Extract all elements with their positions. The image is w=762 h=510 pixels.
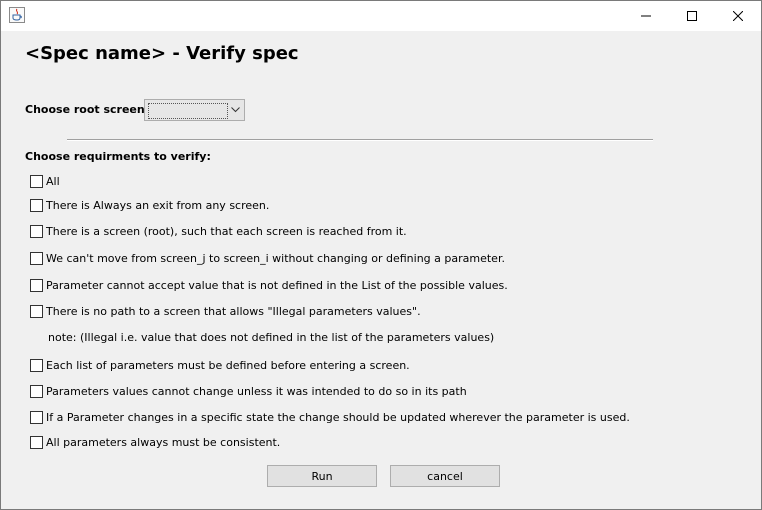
requirement-label: There is Always an exit from any screen. xyxy=(46,198,270,212)
checkbox[interactable] xyxy=(30,384,43,398)
chevron-down-icon[interactable] xyxy=(226,100,244,120)
requirement-label: If a Parameter changes in a specific sta… xyxy=(46,410,630,424)
requirement-label: All xyxy=(46,174,60,188)
maximize-button[interactable] xyxy=(669,1,715,31)
title-bar xyxy=(1,1,761,31)
checkbox[interactable] xyxy=(30,304,43,318)
checkbox[interactable] xyxy=(30,198,43,212)
requirement-checkbox-exit[interactable]: There is Always an exit from any screen. xyxy=(30,198,269,212)
divider xyxy=(67,139,653,141)
root-screen-combobox[interactable] xyxy=(144,99,245,121)
close-button[interactable] xyxy=(715,1,761,31)
checkbox[interactable] xyxy=(30,224,43,238)
minimize-icon xyxy=(641,15,651,17)
requirement-label: There is no path to a screen that allows… xyxy=(46,304,421,318)
run-button[interactable]: Run xyxy=(267,465,377,487)
checkbox[interactable] xyxy=(30,251,43,265)
requirement-label: Parameters values cannot change unless i… xyxy=(46,384,467,398)
requirement-checkbox-change-updated[interactable]: If a Parameter changes in a specific sta… xyxy=(30,410,630,424)
minimize-button[interactable] xyxy=(623,1,669,31)
page-title: <Spec name> - Verify spec xyxy=(25,43,299,64)
checkbox[interactable] xyxy=(30,435,43,449)
requirement-label: All parameters always must be consistent… xyxy=(46,435,281,449)
requirement-checkbox-all[interactable]: All xyxy=(30,174,60,188)
root-screen-label: Choose root screen: xyxy=(25,103,150,116)
requirement-checkbox-illegal-path[interactable]: There is no path to a screen that allows… xyxy=(30,304,421,318)
verify-spec-window: <Spec name> - Verify spec Choose root sc… xyxy=(0,0,762,510)
checkbox[interactable] xyxy=(30,174,43,188)
requirement-checkbox-parameter-move[interactable]: We can't move from screen_j to screen_i … xyxy=(30,251,505,265)
maximize-icon xyxy=(687,11,697,21)
requirement-checkbox-possible-values[interactable]: Parameter cannot accept value that is no… xyxy=(30,278,508,292)
requirement-checkbox-root-reach[interactable]: There is a screen (root), such that each… xyxy=(30,224,407,238)
requirement-label: There is a screen (root), such that each… xyxy=(46,224,407,238)
checkbox[interactable] xyxy=(30,278,43,292)
root-screen-value xyxy=(148,103,228,119)
requirement-checkbox-consistent[interactable]: All parameters always must be consistent… xyxy=(30,435,280,449)
requirement-label: Each list of parameters must be defined … xyxy=(46,358,410,372)
checkbox[interactable] xyxy=(30,410,43,424)
cancel-button[interactable]: cancel xyxy=(390,465,500,487)
requirement-label: Parameter cannot accept value that is no… xyxy=(46,278,508,292)
close-icon xyxy=(733,11,743,21)
checkbox[interactable] xyxy=(30,358,43,372)
requirement-checkbox-values-change[interactable]: Parameters values cannot change unless i… xyxy=(30,384,467,398)
requirement-label: We can't move from screen_j to screen_i … xyxy=(46,251,505,265)
java-cup-icon xyxy=(9,7,25,23)
requirement-checkbox-defined-before[interactable]: Each list of parameters must be defined … xyxy=(30,358,410,372)
illegal-values-note: note: (Illegal i.e. value that does not … xyxy=(48,331,495,344)
requirements-label: Choose requirments to verify: xyxy=(25,150,211,163)
